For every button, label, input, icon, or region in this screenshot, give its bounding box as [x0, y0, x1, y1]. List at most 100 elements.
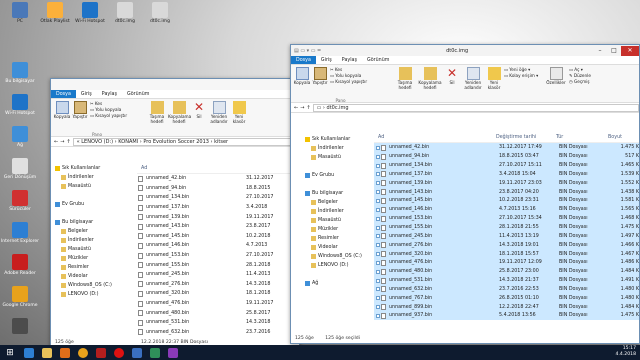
up-arrow-icon[interactable]: ↑ — [66, 139, 70, 145]
file-row[interactable]: unnamed_94.bin 18.8.2015 — [137, 184, 297, 194]
nav-item[interactable]: LENOVO (D:) — [55, 290, 135, 299]
desktop-icon[interactable]: Otlak Playlist — [37, 2, 73, 24]
properties-button[interactable]: Özellikler — [544, 67, 568, 86]
nav-item[interactable]: İndirilenler — [55, 236, 135, 245]
file-row[interactable]: unnamed_245.bin 11.4.2013 — [137, 270, 297, 280]
nav-item[interactable]: Resimler — [55, 263, 135, 272]
file-row[interactable]: unnamed_134.bin 27.10.2017 15:11 BIN Dosya… — [374, 160, 639, 170]
file-row[interactable]: unnamed_276.bin 14.3.2018 — [137, 280, 297, 290]
delete-button[interactable]: ✕ Sil — [190, 101, 208, 120]
new-folder-button[interactable]: Yeni klasör — [485, 67, 503, 90]
file-row[interactable]: unnamed_137.bin 3.4.2018 15:04 BIN Dosyası… — [374, 169, 639, 179]
checkbox-icon[interactable] — [376, 154, 380, 159]
copy-to-button[interactable]: Kopyalama hedefi — [168, 101, 191, 124]
file-row[interactable]: unnamed_134.bin 27.10.2017 — [137, 193, 297, 203]
close-button[interactable]: ✕ — [621, 45, 639, 56]
taskbar-app[interactable] — [38, 345, 56, 360]
file-row[interactable]: unnamed_899.bin 12.2.2018 22:47 BIN Dosyas… — [374, 302, 639, 312]
nav-item[interactable]: Sık Kullanılanlar — [305, 135, 375, 144]
file-row[interactable]: unnamed_155.bin 28.1.2018 21:55 BIN Dosyas… — [374, 222, 639, 232]
nav-item[interactable]: Bu bilgisayar — [305, 189, 375, 198]
nav-item[interactable]: Videolar — [305, 243, 375, 252]
checkbox-icon[interactable] — [376, 269, 380, 274]
file-row[interactable]: unnamed_153.bin 27.10.2017 15:34 BIN Dosya… — [374, 213, 639, 223]
file-row[interactable]: unnamed_146.bin 4.7.2013 15:16 BIN Dosyası… — [374, 204, 639, 214]
start-button[interactable]: ⊞ — [0, 345, 20, 360]
checkbox-icon[interactable] — [376, 181, 380, 186]
paste-button[interactable]: Yapıştır — [311, 67, 329, 86]
file-row[interactable]: unnamed_320.bin 18.1.2018 15:57 BIN Dosyas… — [374, 249, 639, 258]
forward-arrow-icon[interactable]: → — [300, 105, 304, 111]
nav-item[interactable]: Belgeler — [305, 198, 375, 207]
taskbar-app[interactable] — [110, 345, 128, 360]
move-to-button[interactable]: Taşıma hedefi — [393, 67, 417, 90]
nav-item[interactable]: Masaüstü — [305, 153, 375, 162]
checkbox-icon[interactable] — [376, 216, 380, 221]
nav-item[interactable]: Ağ — [305, 279, 375, 288]
nav-item[interactable]: Videolar — [55, 272, 135, 281]
checkbox-icon[interactable] — [376, 207, 380, 212]
checkbox-icon[interactable] — [376, 252, 380, 257]
file-row[interactable]: unnamed_531.bin 14.3.2018 21:37 BIN Dosyas… — [374, 275, 639, 285]
paste-button[interactable]: Yapıştır — [71, 101, 89, 120]
nav-item[interactable]: Resimler — [305, 234, 375, 243]
easy-access-button[interactable]: ▭ Kolay erişim ▾ — [504, 73, 544, 79]
checkbox-icon[interactable] — [376, 287, 380, 292]
file-row[interactable]: unnamed_145.bin 10.2.2018 — [137, 232, 297, 242]
checkbox-icon[interactable] — [376, 313, 380, 318]
paste-shortcut-button[interactable]: ▭ Kısayol yapıştır — [330, 79, 367, 85]
file-row[interactable]: unnamed_767.bin 26.8.2015 01:10 BIN Dosyas… — [374, 293, 639, 303]
checkbox-icon[interactable] — [376, 243, 380, 248]
nav-item[interactable]: İndirilenler — [305, 207, 375, 216]
rename-button[interactable]: Yeniden adlandır — [461, 67, 485, 90]
desktop-icon[interactable]: PC — [2, 2, 38, 24]
forward-arrow-icon[interactable]: → — [60, 139, 64, 145]
desktop-icon[interactable]: Geri Dönüşüm — [0, 158, 40, 180]
file-row[interactable]: unnamed_476.bin 19.11.2017 — [137, 299, 297, 309]
desktop-icon[interactable]: Google Chrome — [0, 286, 40, 308]
nav-item[interactable]: İndirilenler — [55, 173, 135, 182]
file-row[interactable]: unnamed_632.bin 23.7.2016 22:53 BIN Dosyas… — [374, 284, 639, 294]
path-box[interactable]: « LENOVO (D:) › KONAMI › Pro Evolution S… — [72, 137, 299, 146]
taskbar-app[interactable] — [92, 345, 110, 360]
column-type-header[interactable]: Tür — [556, 135, 608, 140]
back-arrow-icon[interactable]: ← — [54, 139, 58, 145]
desktop-icon[interactable]: dt0c.img — [142, 2, 178, 24]
nav-item[interactable]: Masaüstü — [55, 245, 135, 254]
tab-file[interactable]: Dosya — [291, 56, 316, 64]
desktop-icon[interactable]: dt0c.img — [107, 2, 143, 24]
file-row[interactable]: unnamed_476.bin 19.11.2017 12:09 BIN Dosya… — [374, 257, 639, 267]
desktop-icon[interactable]: Wi-Fi Hotspot — [0, 94, 40, 116]
up-arrow-icon[interactable]: ↑ — [306, 105, 310, 111]
new-folder-button[interactable]: Yeni klasör — [230, 101, 248, 124]
desktop-icon[interactable]: Adobe Reader — [0, 254, 40, 276]
desktop-icon[interactable]: Ağ — [0, 126, 40, 148]
nav-item[interactable]: LENOVO (D:) — [305, 261, 375, 270]
title-bar[interactable] — [51, 79, 299, 90]
explorer-window-kitser[interactable]: Dosya Giriş Paylaş Görünüm Kopyala Yapış… — [50, 78, 300, 348]
back-arrow-icon[interactable]: ← — [294, 105, 298, 111]
file-row[interactable]: unnamed_145.bin 10.2.2018 23:31 BIN Dosyas… — [374, 196, 639, 205]
desktop-icon[interactable]: Bu bilgisayar — [0, 62, 40, 84]
copy-to-button[interactable]: Kopyalama hedefi — [417, 67, 443, 90]
taskbar-app[interactable] — [74, 345, 92, 360]
checkbox-icon[interactable] — [376, 172, 380, 177]
file-row[interactable]: unnamed_143.bin 23.8.2017 04:20 BIN Dosyas… — [374, 187, 639, 197]
checkbox-icon[interactable] — [376, 190, 380, 195]
nav-item[interactable]: Müzikler — [55, 254, 135, 263]
minimize-button[interactable]: – — [593, 46, 607, 56]
checkbox-icon[interactable] — [376, 225, 380, 230]
nav-item[interactable]: Sık Kullanılanlar — [55, 164, 135, 173]
desktop-icon[interactable]: Sürücüler — [0, 190, 40, 212]
desktop-icon[interactable]: Internet Explorer — [0, 222, 40, 244]
tab-home[interactable]: Giriş — [316, 56, 337, 64]
taskbar-app[interactable] — [20, 345, 38, 360]
file-row[interactable]: unnamed_94.bin 18.8.2015 03:47 BIN Dosyası… — [374, 151, 639, 161]
nav-item[interactable]: Belgeler — [55, 227, 135, 236]
file-row[interactable]: unnamed_531.bin 14.3.2018 — [137, 318, 297, 328]
desktop-icon[interactable] — [0, 318, 40, 335]
checkbox-icon[interactable] — [376, 260, 380, 265]
clock[interactable]: 15:17 4.4.2018 — [616, 346, 636, 358]
nav-item[interactable]: Masaüstü — [55, 182, 135, 191]
checkbox-icon[interactable] — [376, 278, 380, 283]
